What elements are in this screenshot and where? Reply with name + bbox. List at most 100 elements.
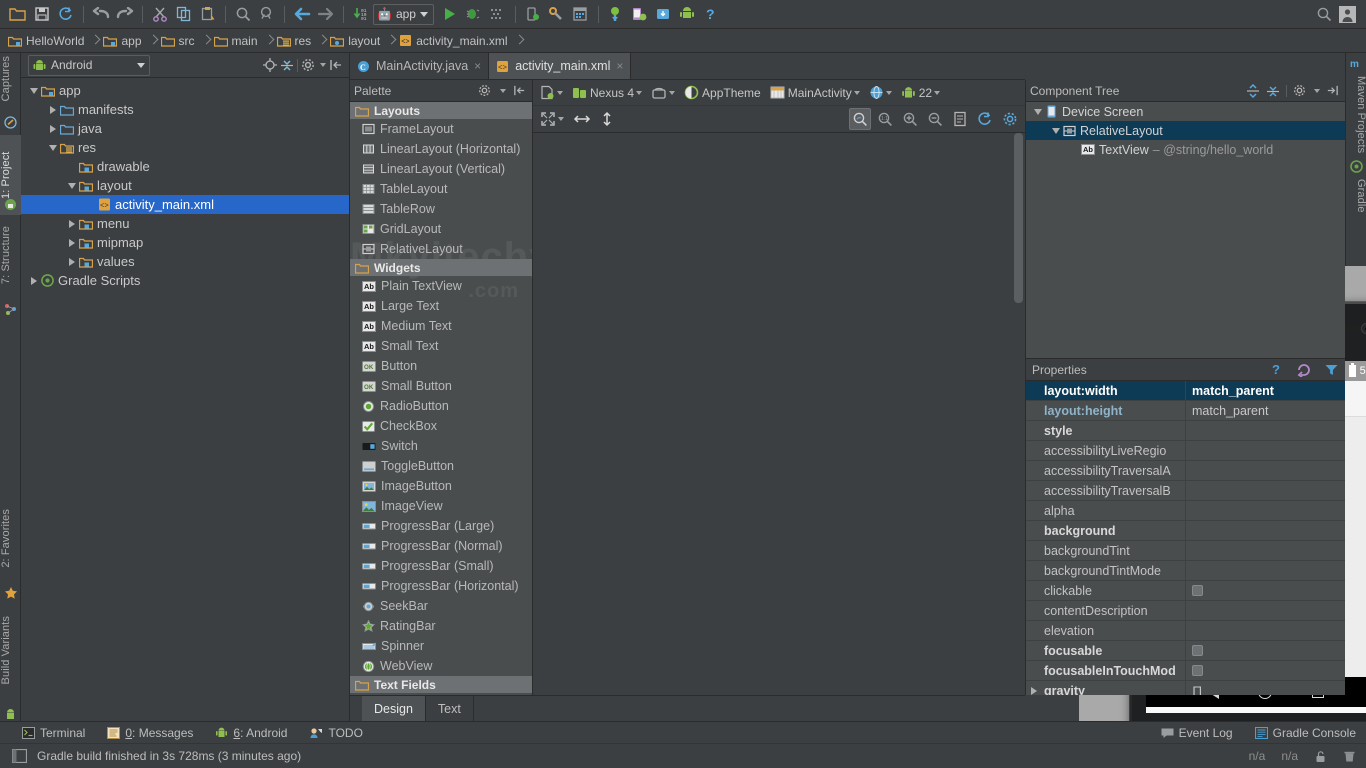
zoom-actual-size-icon[interactable]: 1:1: [874, 108, 896, 130]
find-usages-icon[interactable]: [255, 3, 278, 26]
search-icon[interactable]: [1312, 3, 1335, 26]
palette-item-tablerow[interactable]: TableRow: [350, 199, 532, 219]
close-icon[interactable]: ×: [616, 59, 623, 73]
editor-tab-activity-main-xml[interactable]: <> activity_main.xml ×: [489, 53, 631, 79]
sidebar-item-favorites[interactable]: 2: Favorites: [0, 506, 21, 571]
palette-item-relativelayout[interactable]: RelativeLayout: [350, 239, 532, 259]
collapse-all-icon[interactable]: [1266, 84, 1280, 98]
breadcrumb-item-layout[interactable]: layout: [330, 29, 382, 53]
palette-group-widgets[interactable]: Widgets: [350, 259, 532, 276]
property-row-focusableintouchmod[interactable]: focusableInTouchMod: [1026, 661, 1345, 681]
property-value[interactable]: [1186, 481, 1345, 500]
bottom-tab-todo[interactable]: TODO: [309, 726, 362, 740]
palette-item-tablelayout[interactable]: TableLayout: [350, 179, 532, 199]
help-icon[interactable]: ?: [700, 3, 723, 26]
breadcrumb-item-src[interactable]: src: [161, 29, 197, 53]
close-icon[interactable]: ×: [474, 59, 481, 73]
palette-item-large-text[interactable]: AbLarge Text: [350, 296, 532, 316]
palette-item-radiobutton[interactable]: RadioButton: [350, 396, 532, 416]
collapse-arrow-icon[interactable]: [46, 145, 60, 151]
expand-all-icon[interactable]: [1246, 84, 1260, 98]
open-project-icon[interactable]: [6, 3, 29, 26]
property-value[interactable]: [1186, 461, 1345, 480]
zoom-out-icon[interactable]: [924, 108, 946, 130]
property-value[interactable]: [1186, 621, 1345, 640]
property-value[interactable]: [1186, 601, 1345, 620]
collapse-arrow-icon[interactable]: [1049, 128, 1063, 134]
property-row-layout-height[interactable]: layout:heightmatch_parent: [1026, 401, 1345, 421]
back-icon[interactable]: [290, 3, 313, 26]
redo-icon[interactable]: [113, 3, 136, 26]
palette-item-linearlayout-vertical-[interactable]: LinearLayout (Vertical): [350, 159, 532, 179]
height-constraint-button[interactable]: [597, 108, 617, 130]
avd-manager-icon[interactable]: [569, 3, 592, 26]
property-value[interactable]: [1186, 561, 1345, 580]
zoom-to-fit-icon[interactable]: [849, 108, 871, 130]
hide-panel-icon[interactable]: [513, 84, 526, 97]
breadcrumb-item-helloworld[interactable]: HelloWorld: [8, 29, 86, 53]
breadcrumb-item-main[interactable]: main: [214, 29, 260, 53]
palette-item-webview[interactable]: WebView: [350, 656, 532, 676]
property-row-backgroundtint[interactable]: backgroundTint: [1026, 541, 1345, 561]
layout-inspector-icon[interactable]: [628, 3, 651, 26]
settings-gear-icon[interactable]: [478, 84, 491, 97]
forward-icon[interactable]: [314, 3, 337, 26]
vcs-update-icon[interactable]: 011001: [349, 3, 372, 26]
undo-icon[interactable]: [89, 3, 112, 26]
property-row-accessibilityliveregio[interactable]: accessibilityLiveRegio: [1026, 441, 1345, 461]
collapse-arrow-icon[interactable]: [65, 183, 79, 189]
help-question-icon[interactable]: ?: [1269, 362, 1284, 377]
bottom-tab-android[interactable]: 6: Android: [215, 726, 287, 740]
palette-item-switch[interactable]: Switch: [350, 436, 532, 456]
palette-item-button[interactable]: OKButton: [350, 356, 532, 376]
sidebar-item-structure[interactable]: 7: Structure: [0, 223, 21, 287]
sidebar-item-captures[interactable]: Captures: [0, 53, 21, 104]
sdk-download-icon[interactable]: [652, 3, 675, 26]
tree-item-menu[interactable]: menu: [21, 214, 349, 233]
run-configuration-selector[interactable]: 🤖 app: [373, 4, 434, 25]
attach-debugger-icon[interactable]: [521, 3, 544, 26]
expand-arrow-icon[interactable]: [1031, 687, 1037, 695]
palette-item-plain-textview[interactable]: AbPlain TextView: [350, 276, 532, 296]
hide-panel-icon[interactable]: [1326, 84, 1339, 97]
palette-item-spinner[interactable]: Spinner: [350, 636, 532, 656]
property-row-gravity[interactable]: gravity∏: [1026, 681, 1345, 695]
config-device-selector[interactable]: [537, 82, 566, 104]
property-row-backgroundtintmode[interactable]: backgroundTintMode: [1026, 561, 1345, 581]
locale-selector[interactable]: [866, 82, 895, 104]
target-icon[interactable]: [263, 58, 277, 72]
property-checkbox[interactable]: [1192, 645, 1203, 656]
zoom-in-icon[interactable]: [899, 108, 921, 130]
activity-selector[interactable]: MainActivity: [767, 82, 863, 104]
breadcrumb-item-activity-main-xml[interactable]: <> activity_main.xml: [399, 29, 509, 53]
property-value[interactable]: [1186, 501, 1345, 520]
palette-group-layouts[interactable]: Layouts: [350, 102, 532, 119]
palette-item-imageview[interactable]: ImageView: [350, 496, 532, 516]
palette-item-checkbox[interactable]: CheckBox: [350, 416, 532, 436]
palette-item-gridlayout[interactable]: GridLayout: [350, 219, 532, 239]
tree-item-drawable[interactable]: drawable: [21, 157, 349, 176]
line-separator[interactable]: n/a: [1281, 749, 1298, 763]
palette-item-progressbar-horizontal-[interactable]: ProgressBar (Horizontal): [350, 576, 532, 596]
settings-gear-icon[interactable]: [999, 108, 1021, 130]
caret-position[interactable]: n/a: [1249, 749, 1266, 763]
property-value[interactable]: [1186, 541, 1345, 560]
theme-selector[interactable]: AppTheme: [681, 82, 764, 104]
palette-item-ratingbar[interactable]: RatingBar: [350, 616, 532, 636]
palette-item-small-button[interactable]: OKSmall Button: [350, 376, 532, 396]
expand-arrow-icon[interactable]: [46, 106, 60, 114]
property-row-accessibilitytraversalb[interactable]: accessibilityTraversalB: [1026, 481, 1345, 501]
property-row-elevation[interactable]: elevation: [1026, 621, 1345, 641]
instant-run-icon[interactable]: [486, 3, 509, 26]
palette-item-seekbar[interactable]: SeekBar: [350, 596, 532, 616]
palette-item-medium-text[interactable]: AbMedium Text: [350, 316, 532, 336]
sync-project-icon[interactable]: [54, 3, 77, 26]
palette-item-linearlayout-horizontal-[interactable]: LinearLayout (Horizontal): [350, 139, 532, 159]
copy-icon[interactable]: [172, 3, 195, 26]
palette-item-imagebutton[interactable]: ImageButton: [350, 476, 532, 496]
palette-item-small-text[interactable]: AbSmall Text: [350, 336, 532, 356]
collapse-arrow-icon[interactable]: [1031, 109, 1045, 115]
paste-icon[interactable]: [196, 3, 219, 26]
expand-arrow-icon[interactable]: [65, 239, 79, 247]
palette-item-framelayout[interactable]: FrameLayout: [350, 119, 532, 139]
